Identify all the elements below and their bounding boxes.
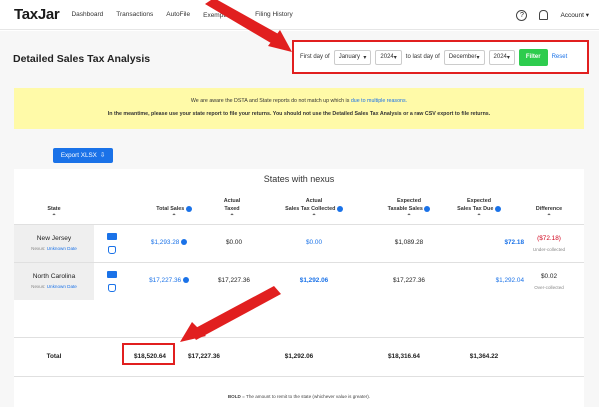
header-due[interactable]: Expected Sales Tax Due ⌃ — [439, 197, 519, 221]
sort-icon: ⌃ — [171, 214, 177, 220]
to-year-select[interactable]: 2024 ▾ — [488, 49, 515, 65]
info-icon — [182, 277, 189, 284]
info-icon — [181, 239, 188, 246]
notice-line-2: In the meantime, please use your state r… — [107, 111, 491, 117]
total-sales-cell: $17,227.36 — [124, 277, 214, 284]
header-state[interactable]: State ⌃ — [34, 205, 74, 221]
difference-note: Under-collected — [532, 247, 566, 252]
main-content: Detailed Sales Tax Analysis First day of… — [0, 31, 599, 407]
table-row: New Jersey Nexus: Unknown Date $1,293.28… — [14, 224, 584, 262]
account-menu[interactable]: Account ▾ — [560, 11, 589, 19]
bag-icon — [108, 284, 116, 292]
download-icon: ⇩ — [99, 152, 106, 159]
footnote: BOLD = The amount to remit to the state … — [227, 394, 371, 399]
sort-icon: ⌃ — [229, 214, 235, 220]
sort-icon: ⌃ — [476, 214, 482, 220]
truck-icon — [107, 233, 117, 240]
first-day-label: First day of — [300, 54, 330, 60]
page-title: Detailed Sales Tax Analysis — [13, 53, 151, 65]
nav-dashboard[interactable]: Dashboard — [71, 11, 103, 18]
total-sales-highlight-box — [122, 343, 175, 365]
info-icon — [424, 205, 431, 212]
notice-line-1: We are aware the DSTA and State reports … — [190, 98, 408, 104]
header-total-sales[interactable]: Total Sales ⌃ — [139, 205, 209, 221]
taxed-cell: $0.00 — [226, 239, 242, 246]
to-month-select[interactable]: December ▾ — [443, 49, 485, 65]
info-icon — [336, 205, 343, 212]
header-taxed[interactable]: Actual Taxed ⌃ — [212, 197, 252, 221]
info-icon — [185, 205, 192, 212]
nav-autofile[interactable]: AutoFile — [166, 11, 190, 18]
total-label: Total — [46, 353, 62, 360]
truck-icon — [107, 271, 117, 278]
taxed-cell: $17,227.36 — [218, 277, 250, 284]
taxable-cell: $1,089.28 — [394, 239, 424, 246]
multiple-reasons-link[interactable]: due to multiple reasons. — [351, 98, 407, 104]
last-day-label: to last day of — [405, 54, 440, 60]
info-icon — [494, 205, 501, 212]
total-sales-cell: $1,293.28 — [124, 239, 214, 246]
taxable-cell: $17,227.36 — [393, 277, 425, 284]
nexus-date: Nexus: Unknown Date — [31, 284, 77, 289]
table-title: States with nexus — [263, 174, 335, 184]
nexus-date: Nexus: Unknown Date — [31, 246, 77, 251]
taxable-total: $18,316.64 — [388, 353, 420, 360]
header-taxable[interactable]: Expected Taxable Sales ⌃ — [369, 197, 449, 221]
state-cell: North Carolina Nexus: Unknown Date — [14, 263, 94, 300]
header-collected[interactable]: Actual Sales Tax Collected ⌃ — [269, 197, 359, 221]
total-row: Total $18,520.64 $17,227.36 $1,292.06 $1… — [14, 337, 584, 377]
sort-icon: ⌃ — [51, 214, 57, 220]
notice-banner: We are aware the DSTA and State reports … — [14, 88, 584, 129]
top-navigation: TaxJar Dashboard Transactions AutoFile E… — [0, 0, 599, 30]
state-name: New Jersey — [36, 235, 72, 242]
sort-icon: ⌃ — [311, 214, 317, 220]
difference-cell: ($72.18) — [537, 235, 561, 242]
sort-icon: ⌃ — [546, 214, 552, 220]
state-name: North Carolina — [32, 273, 76, 280]
from-month-select[interactable]: January ▾ — [333, 49, 372, 65]
date-filter: First day of January ▾ 2024 ▾ to last day… — [292, 40, 589, 74]
nav-transactions[interactable]: Transactions — [116, 11, 153, 18]
logo[interactable]: TaxJar — [14, 6, 60, 23]
due-cell: $1,292.04 — [495, 277, 524, 284]
collected-cell: $0.00 — [306, 239, 322, 246]
reset-link[interactable]: Reset — [552, 54, 568, 60]
taxed-total: $17,227.36 — [188, 353, 220, 360]
bag-icon — [108, 246, 116, 254]
filter-button[interactable]: Filter — [518, 48, 548, 66]
nav-filing-history[interactable]: Filing History — [255, 11, 293, 18]
collected-total: $1,292.06 — [284, 353, 314, 360]
sort-icon: ⌃ — [406, 214, 412, 220]
due-cell: $72.18 — [504, 239, 524, 246]
bell-icon[interactable] — [539, 10, 549, 20]
table-row: North Carolina Nexus: Unknown Date $17,2… — [14, 262, 584, 300]
header-difference[interactable]: Difference ⌃ — [519, 205, 579, 221]
collected-cell: $1,292.06 — [299, 277, 329, 284]
nav-exemptions[interactable]: Exemptions ▾ — [203, 11, 242, 19]
export-xlsx-button[interactable]: Export XLSX ⇩ — [53, 148, 113, 163]
state-cell: New Jersey Nexus: Unknown Date — [14, 225, 94, 262]
help-icon[interactable]: ? — [516, 9, 528, 21]
difference-note: Over-collected — [534, 285, 564, 290]
nexus-table: States with nexus State ⌃ Total Sales ⌃ A… — [14, 169, 584, 407]
from-year-select[interactable]: 2024 ▾ — [375, 49, 402, 65]
difference-cell: $0.02 — [541, 273, 557, 280]
due-total: $1,364.22 — [469, 353, 499, 360]
